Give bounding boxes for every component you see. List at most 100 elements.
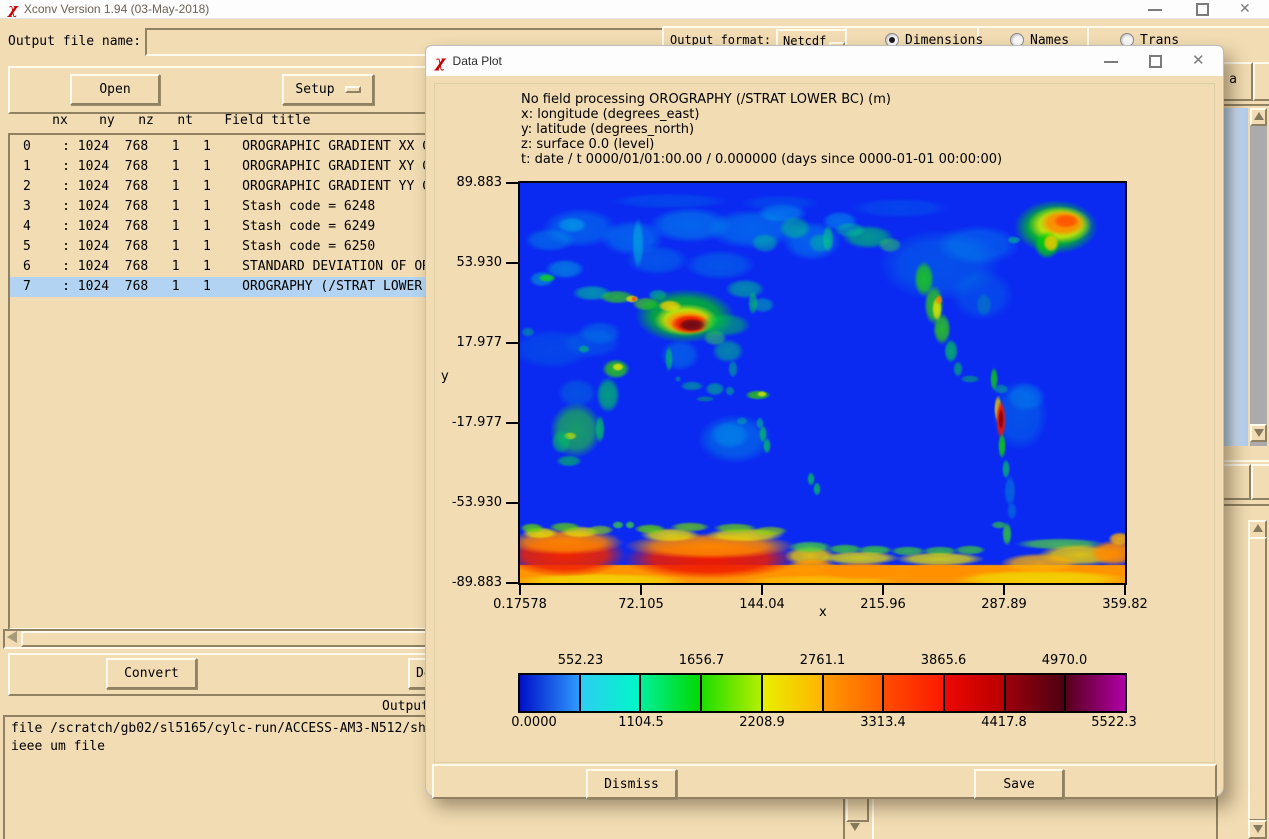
y-tick-label: 53.930	[432, 255, 502, 270]
x-tick-mark	[1003, 585, 1005, 595]
plot-info-line: z: surface 0.0 (level)	[521, 137, 1002, 152]
x-tick-mark	[1124, 585, 1126, 595]
output-section-label: Output	[382, 699, 429, 714]
x-tick-label: 359.82	[1085, 597, 1165, 612]
right-vscrollbar[interactable]	[1250, 108, 1267, 446]
save-button-label: Save	[1003, 777, 1034, 792]
x-tick-label: 215.96	[843, 597, 923, 612]
partial-button-c[interactable]	[1251, 464, 1269, 500]
plot-info-text: No field processing OROGRAPHY (/STRAT LO…	[521, 92, 1002, 167]
vscrollbar-thumb[interactable]	[846, 796, 869, 822]
x-tick-mark	[882, 585, 884, 595]
colorbar-segment	[1006, 675, 1067, 711]
main-titlebar: χ Xconv Version 1.94 (03-May-2018)	[0, 0, 1269, 19]
y-tick-mark	[506, 582, 518, 584]
y-tick-mark	[506, 342, 518, 344]
minimize-icon[interactable]	[1148, 9, 1162, 11]
screen: χ Xconv Version 1.94 (03-May-2018) ✕ Out…	[0, 0, 1269, 839]
convert-button-label: Convert	[124, 666, 179, 681]
convert-button[interactable]: Convert	[106, 658, 197, 689]
y-tick-label: -53.930	[432, 495, 502, 510]
colorbar-segment	[824, 675, 885, 711]
colorbar-top-label: 2761.1	[783, 653, 863, 668]
plot-info-line: No field processing OROGRAPHY (/STRAT LO…	[521, 92, 1002, 107]
scroll-down-icon	[1253, 825, 1263, 833]
dialog-minimize-icon[interactable]	[1104, 61, 1118, 63]
x-tick-mark	[519, 585, 521, 595]
orography-map	[520, 183, 1125, 583]
colorbar-bottom-label: 2208.9	[722, 715, 802, 730]
dialog-maximize-icon[interactable]	[1149, 55, 1162, 68]
x-tick-mark	[761, 585, 763, 595]
colorbar-segment	[884, 675, 945, 711]
x-tick-label: 287.89	[964, 597, 1044, 612]
partial-button-right[interactable]	[1253, 62, 1269, 101]
colorbar-segment	[641, 675, 702, 711]
save-button[interactable]: Save	[974, 769, 1064, 799]
scroll-down-icon[interactable]	[850, 823, 860, 831]
right-list-selection[interactable]	[1220, 108, 1248, 446]
x-tick-label: 72.105	[601, 597, 681, 612]
colorbar-segment	[763, 675, 824, 711]
output-vscrollbar-fragment[interactable]	[843, 795, 874, 839]
scroll-up-button[interactable]	[1250, 108, 1267, 126]
y-tick-mark	[506, 182, 518, 184]
dismiss-button[interactable]: Dismiss	[586, 769, 677, 799]
radio-selected-dot	[889, 37, 895, 43]
colorbar-segment	[702, 675, 763, 711]
colorbar	[520, 675, 1125, 711]
colorbar-bottom-label: 5522.3	[1074, 715, 1154, 730]
colorbar-frame	[518, 673, 1127, 713]
y-tick-label: -17.977	[432, 415, 502, 430]
data-plot-window: χ Data Plot ✕ No field processing OROGRA…	[425, 45, 1224, 797]
open-button-label: Open	[99, 82, 130, 97]
menu-indicator-icon	[345, 86, 361, 93]
x-tick-label: 144.04	[722, 597, 802, 612]
dismiss-button-label: Dismiss	[604, 777, 659, 792]
colorbar-bottom-label: 1104.5	[601, 715, 681, 730]
field-list-header: nx ny nz nt Field title	[13, 113, 310, 128]
x-tick-mark	[640, 585, 642, 595]
plot-frame	[518, 181, 1127, 585]
x-axis-title: x	[819, 605, 827, 620]
y-tick-mark	[506, 502, 518, 504]
dialog-close-icon[interactable]: ✕	[1192, 51, 1205, 69]
lower-vscrollbar-thumb[interactable]	[1248, 537, 1267, 821]
y-tick-label: -89.883	[432, 575, 502, 590]
scroll-down-icon	[1254, 429, 1264, 437]
scroll-left-icon[interactable]	[7, 631, 17, 643]
maximize-icon[interactable]	[1196, 3, 1209, 16]
scroll-down-button[interactable]	[1248, 820, 1267, 839]
open-button[interactable]: Open	[70, 74, 160, 105]
close-icon[interactable]: ✕	[1239, 0, 1251, 17]
plot-info-line: t: date / t 0000/01/01:00.00 / 0.000000 …	[521, 152, 1002, 167]
colorbar-top-label: 1656.7	[662, 653, 742, 668]
y-tick-mark	[506, 262, 518, 264]
colorbar-segment	[581, 675, 642, 711]
colorbar-top-label: 552.23	[541, 653, 621, 668]
plot-info-line: x: longitude (degrees_east)	[521, 107, 1002, 122]
y-axis-title: y	[441, 369, 449, 384]
x-tick-label: 0.17578	[480, 597, 560, 612]
dialog-button-bar	[432, 764, 1217, 799]
app-logo-icon: χ	[435, 52, 446, 71]
partial-button-a-label: a	[1229, 72, 1237, 87]
plot-info-line: y: latitude (degrees_north)	[521, 122, 1002, 137]
app-logo-icon: χ	[8, 0, 18, 18]
y-tick-mark	[506, 422, 518, 424]
scroll-down-button[interactable]	[1250, 424, 1267, 442]
scroll-up-icon	[1254, 112, 1264, 120]
colorbar-bottom-label: 0.0000	[494, 715, 574, 730]
colorbar-top-label: 3865.6	[904, 653, 984, 668]
colorbar-segment	[520, 675, 581, 711]
window-title: Xconv Version 1.94 (03-May-2018)	[24, 2, 209, 16]
setup-menubutton[interactable]: Setup	[282, 74, 374, 105]
setup-button-label: Setup	[295, 82, 334, 97]
colorbar-bottom-label: 4417.8	[964, 715, 1044, 730]
y-tick-label: 89.883	[432, 175, 502, 190]
lower-vscrollbar[interactable]	[1248, 520, 1267, 839]
colorbar-segment	[1066, 675, 1125, 711]
scroll-up-icon	[1253, 524, 1263, 532]
dialog-title: Data Plot	[453, 54, 502, 68]
y-tick-label: 17.977	[432, 335, 502, 350]
